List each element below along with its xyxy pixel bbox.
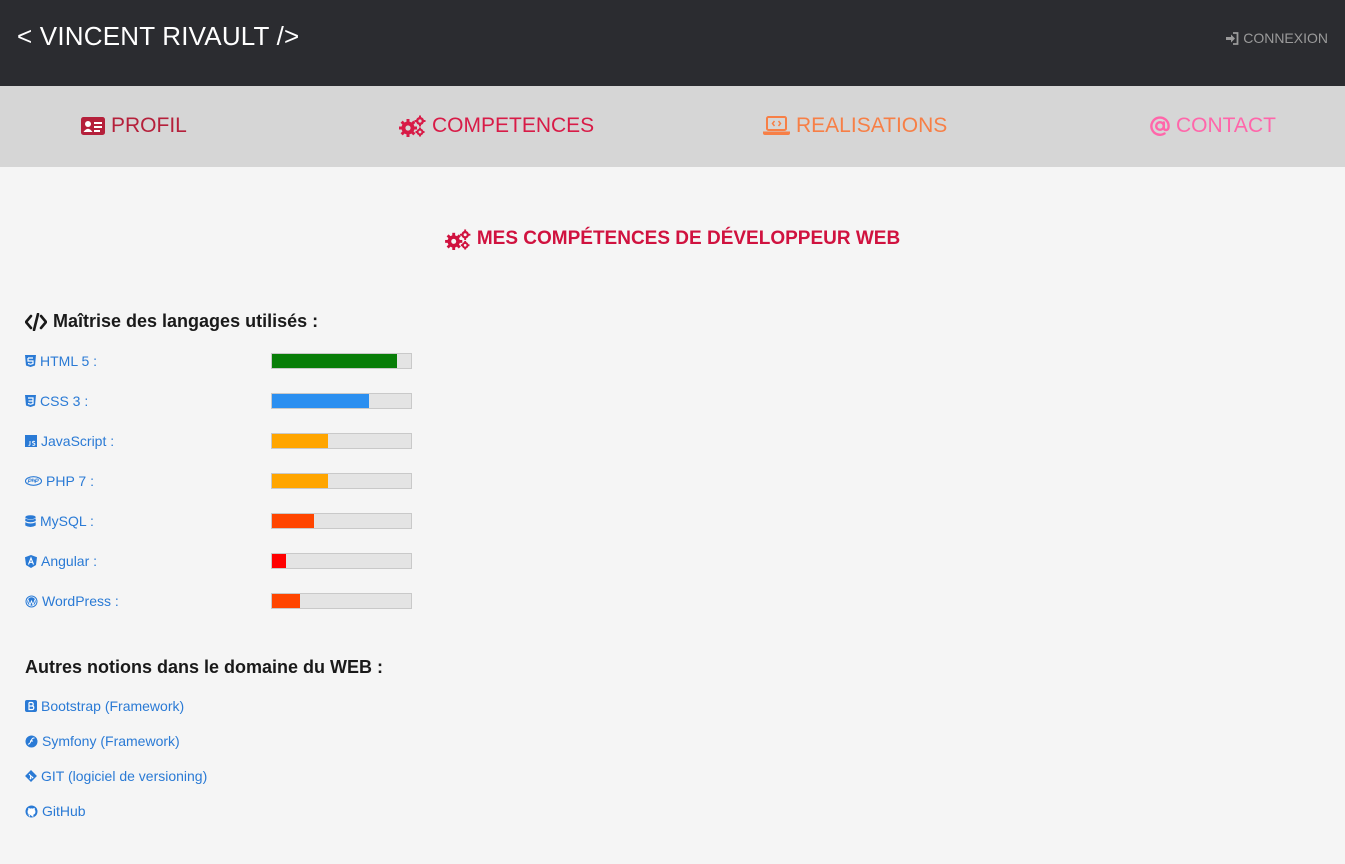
skill-label-php7[interactable]: PHP 7 : <box>25 473 94 489</box>
login-label: CONNEXION <box>1243 30 1328 46</box>
nav-item-realisations[interactable]: REALISATIONS <box>763 114 947 138</box>
notion-label: Symfony (Framework) <box>42 733 180 749</box>
code-icon <box>25 312 47 331</box>
at-icon <box>1150 116 1170 136</box>
notion-item-symfony[interactable]: Symfony (Framework) <box>25 733 180 749</box>
skill-progress-bar <box>271 473 412 489</box>
skill-progress-fill <box>272 474 328 488</box>
skill-progress-bar <box>271 353 412 369</box>
notion-item-git[interactable]: GIT (logiciel de versioning) <box>25 768 207 784</box>
id-card-icon <box>81 117 105 135</box>
skill-row-wordpress: WordPress : <box>25 593 425 613</box>
skill-name: JavaScript : <box>41 433 115 449</box>
nav-label: REALISATIONS <box>796 114 948 137</box>
skill-name: Angular : <box>41 553 98 569</box>
languages-title: Maîtrise des langages utilisés : <box>53 311 319 331</box>
skill-progress-bar <box>271 433 412 449</box>
languages-heading: Maîtrise des langages utilisés : <box>25 311 318 332</box>
nav-item-competences[interactable]: COMPETENCES <box>399 114 594 138</box>
notion-label: GIT (logiciel de versioning) <box>41 768 208 784</box>
site-brand[interactable]: < VINCENT RIVAULT /> <box>17 21 299 52</box>
other-notions-title: Autres notions dans le domaine du WEB : <box>25 657 384 677</box>
skill-row-javascript: JavaScript : <box>25 433 425 453</box>
skill-progress-bar <box>271 593 412 609</box>
sign-in-icon <box>1226 31 1239 45</box>
notion-item-bootstrap[interactable]: Bootstrap (Framework) <box>25 698 184 714</box>
skill-label-angular[interactable]: Angular : <box>25 553 97 569</box>
skill-label-javascript[interactable]: JavaScript : <box>25 433 114 449</box>
skill-progress-fill <box>272 514 314 528</box>
skill-progress-bar <box>271 553 412 569</box>
wordpress-icon <box>25 595 38 607</box>
skill-progress-bar <box>271 393 412 409</box>
notion-label: Bootstrap (Framework) <box>41 698 185 714</box>
nav-item-profil[interactable]: PROFIL <box>81 114 187 138</box>
nav-item-contact[interactable]: CONTACT <box>1150 114 1276 138</box>
skill-progress-fill <box>272 594 300 608</box>
skill-progress-bar <box>271 513 412 529</box>
html5-icon <box>25 355 36 367</box>
skill-progress-fill <box>272 554 286 568</box>
git-icon <box>25 770 37 782</box>
skill-label-mysql[interactable]: MySQL : <box>25 513 94 529</box>
skill-name: PHP 7 : <box>46 473 94 489</box>
skill-row-php7: PHP 7 : <box>25 473 425 493</box>
cogs-icon <box>444 228 471 250</box>
nav-label: PROFIL <box>111 114 187 137</box>
nav-label: COMPETENCES <box>432 114 595 137</box>
cogs-icon <box>399 115 426 137</box>
page-title: MES COMPÉTENCES DE DÉVELOPPEUR WEB <box>0 228 1345 256</box>
skill-row-mysql: MySQL : <box>25 513 425 533</box>
js-icon <box>25 435 37 447</box>
skill-row-html5: HTML 5 : <box>25 353 425 373</box>
skill-label-html5[interactable]: HTML 5 : <box>25 353 97 369</box>
github-icon <box>25 805 38 817</box>
top-bar: < VINCENT RIVAULT /> CONNEXION <box>0 0 1345 86</box>
angular-icon <box>25 554 37 568</box>
skill-row-css3: CSS 3 : <box>25 393 425 413</box>
login-link[interactable]: CONNEXION <box>1225 30 1328 46</box>
notion-label: GitHub <box>42 803 86 819</box>
skill-label-css3[interactable]: CSS 3 : <box>25 393 88 409</box>
skill-name: HTML 5 : <box>40 353 98 369</box>
main-nav: PROFIL COMPETENCES REALISATIONS CONTACT <box>0 86 1345 167</box>
skill-row-angular: Angular : <box>25 553 425 573</box>
symfony-icon <box>25 735 38 747</box>
skill-progress-fill <box>272 354 398 368</box>
laptop-code-icon <box>763 116 790 135</box>
skill-progress-fill <box>272 394 370 408</box>
bootstrap-icon <box>25 700 37 712</box>
skill-label-wordpress[interactable]: WordPress : <box>25 593 119 609</box>
skill-name: WordPress : <box>42 593 119 609</box>
nav-label: CONTACT <box>1176 114 1276 137</box>
page-title-text: MES COMPÉTENCES DE DÉVELOPPEUR WEB <box>476 228 901 249</box>
css3-icon <box>25 395 36 407</box>
php-icon <box>25 476 42 486</box>
skill-progress-fill <box>272 434 328 448</box>
skill-name: MySQL : <box>40 513 94 529</box>
notion-item-github[interactable]: GitHub <box>25 803 86 819</box>
other-notions-heading: Autres notions dans le domaine du WEB : <box>25 657 383 678</box>
skill-name: CSS 3 : <box>40 393 89 409</box>
database-icon <box>25 514 36 527</box>
